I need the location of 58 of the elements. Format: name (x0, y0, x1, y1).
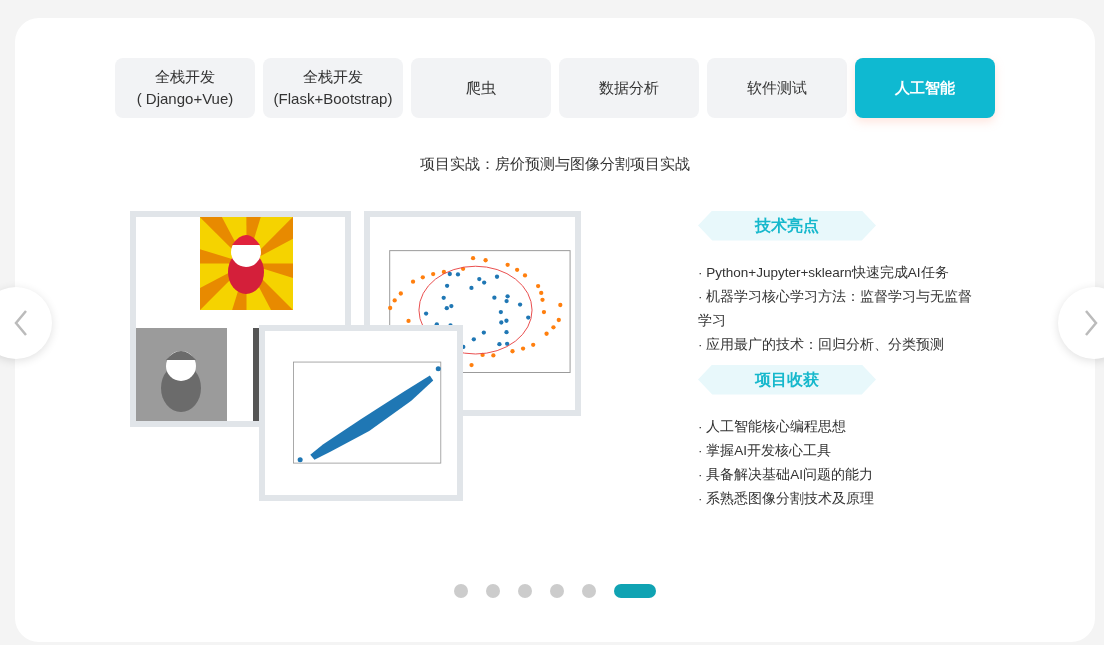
data-point (505, 262, 510, 267)
data-point (504, 341, 510, 346)
data-point (388, 305, 393, 310)
data-point (481, 329, 486, 335)
bullet-item: · 机器学习核心学习方法：监督学习与无监督学习 (698, 287, 974, 330)
data-point (551, 324, 556, 329)
category-tab[interactable]: 全栈开发 (Flask+Bootstrap) (263, 58, 403, 118)
chevron-left-icon (14, 309, 28, 337)
data-point (556, 317, 561, 322)
data-point (531, 342, 536, 347)
category-tab[interactable]: 爬虫 (411, 58, 551, 118)
data-point (558, 302, 563, 307)
data-point (470, 255, 476, 260)
section-heading: 项目收获 (698, 364, 876, 395)
category-tab[interactable]: 全栈开发 ( Django+Vue) (115, 58, 255, 118)
data-point (504, 329, 509, 334)
data-point (522, 272, 528, 278)
data-point (297, 456, 303, 462)
data-point (520, 345, 526, 351)
chevron-right-icon (1084, 309, 1098, 337)
data-point (444, 283, 450, 288)
data-point (480, 352, 485, 357)
data-point (536, 283, 541, 288)
section-heading: 技术亮点 (698, 210, 876, 241)
data-point (469, 362, 474, 367)
data-point (435, 365, 441, 371)
data-point (483, 257, 488, 262)
project-subtitle: 项目实战：房价预测与图像分割项目实战 (420, 154, 690, 174)
data-point (471, 336, 476, 341)
bullet-item: · Python+Jupyter+sklearn快速完成AI任务 (698, 263, 950, 282)
data-point (423, 310, 429, 316)
data-point (539, 290, 544, 295)
data-point (434, 321, 439, 326)
data-point (491, 352, 496, 357)
category-tab[interactable]: 软件测试 (707, 58, 847, 118)
data-point (406, 318, 411, 323)
data-point (469, 285, 474, 290)
data-point (494, 274, 500, 279)
bullet-item: · 掌握AI开发核心工具 (698, 441, 832, 460)
data-point (514, 267, 520, 272)
data-point (492, 295, 497, 300)
data-point (526, 314, 531, 320)
data-point (510, 348, 515, 353)
data-point (420, 274, 425, 279)
data-point (541, 309, 547, 314)
data-point (544, 331, 549, 336)
category-tab[interactable]: 数据分析 (559, 58, 699, 118)
bullet-item: · 应用最广的技术：回归分析、分类预测 (698, 335, 946, 354)
data-point (498, 309, 503, 314)
data-point (497, 341, 502, 346)
bullet-item: · 具备解决基础AI问题的能力 (698, 465, 874, 484)
data-point (540, 297, 545, 302)
data-point (441, 295, 446, 300)
bullet-item: · 系熟悉图像分割技术及原理 (698, 489, 876, 508)
data-point (431, 271, 436, 276)
bullet-item: · 人工智能核心编程思想 (698, 417, 848, 436)
data-point (410, 279, 416, 284)
data-point (517, 301, 523, 307)
